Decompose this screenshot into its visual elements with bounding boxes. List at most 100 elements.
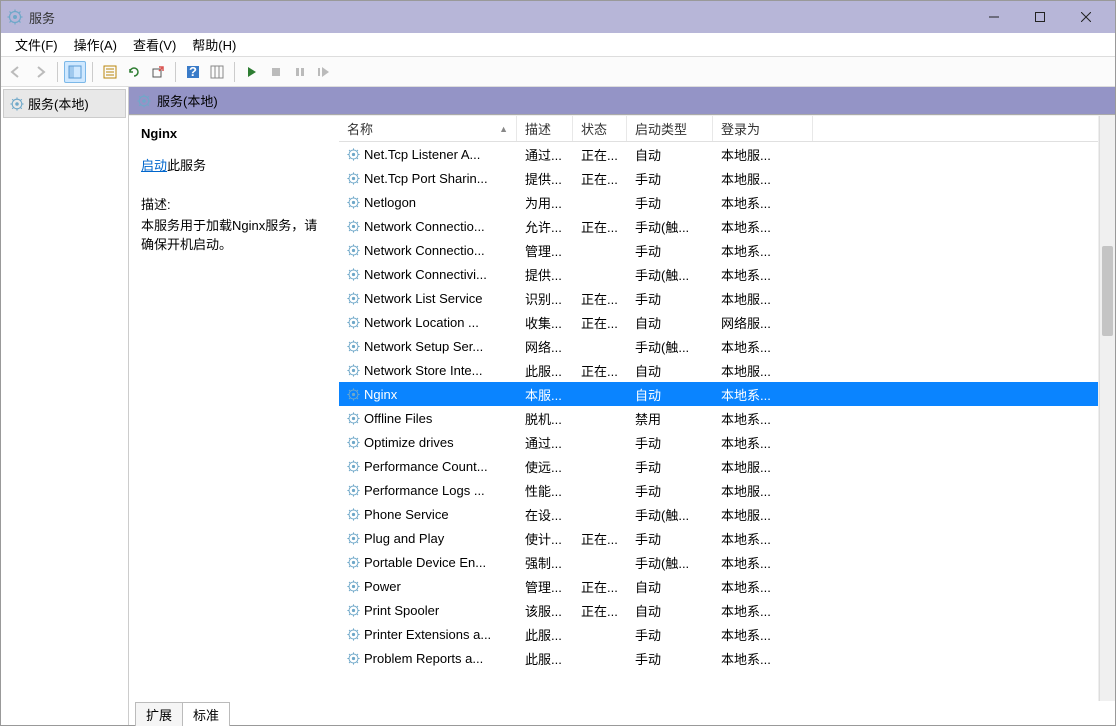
service-row[interactable]: Portable Device En...强制...手动(触...本地系... <box>339 550 1098 574</box>
service-logon: 本地服... <box>713 289 813 308</box>
service-name: Net.Tcp Port Sharin... <box>364 171 488 186</box>
service-logon: 本地系... <box>713 409 813 428</box>
service-desc: 识别... <box>517 289 573 308</box>
back-button <box>5 61 27 83</box>
service-row[interactable]: Net.Tcp Port Sharin...提供...正在...手动本地服... <box>339 166 1098 190</box>
description-label: 描述: <box>141 194 327 213</box>
service-status: 正在... <box>573 289 627 308</box>
nav-services-local[interactable]: 服务(本地) <box>3 89 126 118</box>
service-row[interactable]: Network Connectio...管理...手动本地系... <box>339 238 1098 262</box>
maximize-button[interactable] <box>1017 1 1063 33</box>
service-row[interactable]: Network Store Inte...此服...正在...自动本地服... <box>339 358 1098 382</box>
service-desc: 使计... <box>517 529 573 548</box>
service-row[interactable]: Network Connectivi...提供...手动(触...本地系... <box>339 262 1098 286</box>
nav-tree: 服务(本地) <box>1 87 129 725</box>
close-button[interactable] <box>1063 1 1109 33</box>
service-name: Performance Count... <box>364 459 488 474</box>
export-button[interactable] <box>147 61 169 83</box>
menu-help[interactable]: 帮助(H) <box>184 33 244 56</box>
service-startup: 手动 <box>627 289 713 308</box>
service-row[interactable]: Offline Files脱机...禁用本地系... <box>339 406 1098 430</box>
service-desc: 使远... <box>517 457 573 476</box>
start-service-button[interactable] <box>241 61 263 83</box>
properties-button[interactable] <box>99 61 121 83</box>
service-name: Power <box>364 579 401 594</box>
tab-extended[interactable]: 扩展 <box>135 702 183 726</box>
show-hide-tree-button[interactable] <box>64 61 86 83</box>
service-startup: 自动 <box>627 361 713 380</box>
start-link[interactable]: 启动 <box>141 158 167 173</box>
service-row[interactable]: Phone Service在设...手动(触...本地服... <box>339 502 1098 526</box>
service-name: Problem Reports a... <box>364 651 483 666</box>
service-row[interactable]: Problem Reports a...此服...手动本地系... <box>339 646 1098 670</box>
tab-standard[interactable]: 标准 <box>182 702 230 726</box>
service-name: Nginx <box>364 387 397 402</box>
service-row[interactable]: Network List Service识别...正在...手动本地服... <box>339 286 1098 310</box>
service-name: Printer Extensions a... <box>364 627 491 642</box>
stop-service-button <box>265 61 287 83</box>
service-row[interactable]: Plug and Play使计...正在...手动本地系... <box>339 526 1098 550</box>
service-desc: 网络... <box>517 337 573 356</box>
column-description[interactable]: 描述 <box>517 116 573 141</box>
window-title: 服务 <box>29 8 55 27</box>
services-list: 名称▲ 描述 状态 启动类型 登录为 Net.Tcp Listener A...… <box>339 116 1099 701</box>
service-logon: 本地系... <box>713 193 813 212</box>
gear-icon <box>347 628 360 641</box>
service-logon: 本地服... <box>713 169 813 188</box>
service-row[interactable]: Power管理...正在...自动本地系... <box>339 574 1098 598</box>
service-startup: 手动 <box>627 433 713 452</box>
service-row[interactable]: Network Setup Ser...网络...手动(触...本地系... <box>339 334 1098 358</box>
forward-button <box>29 61 51 83</box>
menu-file[interactable]: 文件(F) <box>7 33 66 56</box>
service-name: Network Store Inte... <box>364 363 483 378</box>
menu-action[interactable]: 操作(A) <box>66 33 125 56</box>
minimize-button[interactable] <box>971 1 1017 33</box>
detail-pane: Nginx 启动此服务 描述: 本服务用于加载Nginx服务，请确保开机启动。 <box>129 116 339 701</box>
main-area: 服务(本地) 服务(本地) Nginx 启动此服务 描述: 本服务用于加载Ngi… <box>1 87 1115 725</box>
service-row[interactable]: Performance Count...使远...手动本地服... <box>339 454 1098 478</box>
list-header: 名称▲ 描述 状态 启动类型 登录为 <box>339 116 1098 142</box>
service-row[interactable]: Nginx本服...自动本地系... <box>339 382 1098 406</box>
service-desc: 在设... <box>517 505 573 524</box>
titlebar[interactable]: 服务 <box>1 1 1115 33</box>
service-desc: 强制... <box>517 553 573 572</box>
description-text: 本服务用于加载Nginx服务，请确保开机启动。 <box>141 215 327 253</box>
service-row[interactable]: Printer Extensions a...此服...手动本地系... <box>339 622 1098 646</box>
list-body[interactable]: Net.Tcp Listener A...通过...正在...自动本地服... N… <box>339 142 1098 701</box>
service-row[interactable]: Netlogon为用...手动本地系... <box>339 190 1098 214</box>
service-row[interactable]: Network Location ...收集...正在...自动网络服... <box>339 310 1098 334</box>
column-name[interactable]: 名称▲ <box>339 116 517 141</box>
gear-icon <box>347 148 360 161</box>
gear-icon <box>347 172 360 185</box>
vertical-scrollbar[interactable] <box>1099 116 1115 701</box>
service-desc: 该服... <box>517 601 573 620</box>
help-button[interactable]: ? <box>182 61 204 83</box>
service-desc: 通过... <box>517 145 573 164</box>
scrollbar-thumb[interactable] <box>1102 246 1113 336</box>
menu-view[interactable]: 查看(V) <box>125 33 184 56</box>
service-startup: 自动 <box>627 577 713 596</box>
column-status[interactable]: 状态 <box>573 116 627 141</box>
column-logon-as[interactable]: 登录为 <box>713 116 813 141</box>
service-row[interactable]: Network Connectio...允许...正在...手动(触...本地系… <box>339 214 1098 238</box>
service-startup: 自动 <box>627 145 713 164</box>
service-row[interactable]: Performance Logs ...性能...手动本地服... <box>339 478 1098 502</box>
column-startup-type[interactable]: 启动类型 <box>627 116 713 141</box>
service-row[interactable]: Net.Tcp Listener A...通过...正在...自动本地服... <box>339 142 1098 166</box>
refresh-button[interactable] <box>123 61 145 83</box>
service-desc: 脱机... <box>517 409 573 428</box>
service-desc: 收集... <box>517 313 573 332</box>
service-logon: 本地服... <box>713 505 813 524</box>
service-desc: 此服... <box>517 649 573 668</box>
service-desc: 提供... <box>517 169 573 188</box>
service-startup: 手动 <box>627 529 713 548</box>
service-name: Plug and Play <box>364 531 444 546</box>
service-row[interactable]: Optimize drives通过...手动本地系... <box>339 430 1098 454</box>
menubar: 文件(F) 操作(A) 查看(V) 帮助(H) <box>1 33 1115 57</box>
service-row[interactable]: Print Spooler该服...正在...自动本地系... <box>339 598 1098 622</box>
service-logon: 本地系... <box>713 553 813 572</box>
service-startup: 手动 <box>627 241 713 260</box>
gear-icon <box>347 508 360 521</box>
columns-button[interactable] <box>206 61 228 83</box>
service-name: Network Connectivi... <box>364 267 487 282</box>
